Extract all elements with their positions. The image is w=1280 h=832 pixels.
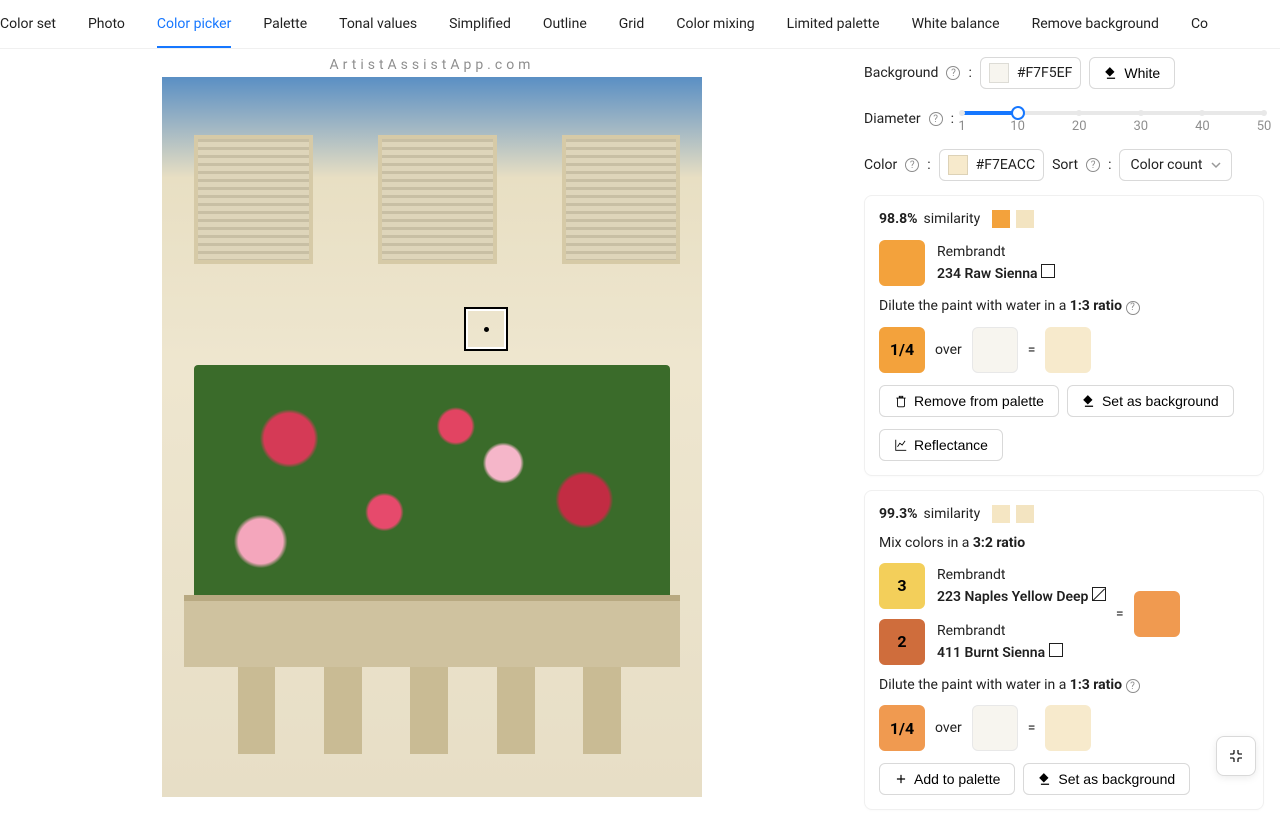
trash-icon	[894, 394, 908, 408]
paint-swatch	[879, 240, 925, 286]
remove-from-palette-button[interactable]: Remove from palette	[879, 385, 1059, 417]
over-text: over	[935, 720, 962, 736]
tab-color-picker[interactable]: Color picker	[157, 0, 231, 48]
similarity-swatch	[1016, 505, 1034, 523]
picker-crosshair[interactable]	[464, 307, 508, 351]
consistency-icon	[1049, 643, 1063, 657]
similarity-swatch	[992, 505, 1010, 523]
sort-label: Sort	[1052, 157, 1078, 173]
color-hex-value: #F7EACC	[976, 157, 1035, 173]
similarity-label: similarity	[924, 211, 981, 227]
paint-name: 234 Raw Sienna	[937, 264, 1055, 282]
over-text: over	[935, 342, 962, 358]
similarity-swatch	[992, 210, 1010, 228]
ratio-box: 1/4	[879, 327, 925, 373]
paint-card: 98.8% similarity Rembrandt 234 Raw Sienn…	[864, 195, 1264, 476]
over-swatch	[972, 705, 1018, 751]
plus-icon	[894, 772, 908, 786]
paint-card: 99.3% similarity Mix colors in a 3:2 rat…	[864, 490, 1264, 811]
over-swatch	[972, 327, 1018, 373]
slider-mark: 30	[1133, 119, 1148, 134]
paint-name: 223 Naples Yellow Deep	[937, 587, 1106, 605]
similarity-percent: 99.3%	[879, 506, 918, 522]
slider-mark: 1	[958, 119, 965, 134]
tab-palette[interactable]: Palette	[263, 0, 307, 48]
diameter-label: Diameter	[864, 111, 921, 127]
ratio-box: 1/4	[879, 705, 925, 751]
color-label: Color	[864, 157, 897, 173]
sort-select[interactable]: Color count	[1119, 149, 1231, 181]
controls-panel: Background ?: #F7F5EF White Diameter ?:	[864, 57, 1264, 824]
mix-part-number: 3	[879, 563, 925, 609]
tab-photo[interactable]: Photo	[88, 0, 125, 48]
reference-image[interactable]	[162, 77, 702, 797]
format-color-fill-icon	[1082, 394, 1096, 408]
slider-mark: 10	[1010, 119, 1025, 134]
consistency-icon	[1092, 587, 1106, 601]
slider-mark: 50	[1257, 119, 1272, 134]
result-swatch	[1045, 705, 1091, 751]
help-icon[interactable]: ?	[929, 112, 943, 126]
color-swatch	[948, 155, 968, 175]
tab-co[interactable]: Co	[1191, 0, 1208, 48]
color-hex-input[interactable]: #F7EACC	[939, 149, 1044, 181]
equals-text: =	[1028, 342, 1036, 358]
mix-part-number: 2	[879, 619, 925, 665]
paint-brand: Rembrandt	[937, 623, 1063, 639]
white-button[interactable]: White	[1089, 57, 1175, 89]
image-panel: ArtistAssistApp.com	[16, 57, 848, 824]
watermark: ArtistAssistApp.com	[330, 57, 535, 73]
add-to-palette-button[interactable]: Add to palette	[879, 763, 1015, 795]
equals-text: =	[1028, 720, 1036, 736]
set-as-background-button[interactable]: Set as background	[1023, 763, 1190, 795]
help-icon[interactable]: ?	[1126, 301, 1140, 315]
similarity-percent: 98.8%	[879, 211, 918, 227]
equals-text: =	[1116, 606, 1124, 622]
paint-brand: Rembrandt	[937, 567, 1106, 583]
paint-name: 411 Burnt Sienna	[937, 643, 1063, 661]
chart-line-icon	[894, 438, 908, 452]
tab-outline[interactable]: Outline	[543, 0, 587, 48]
similarity-swatch	[1016, 210, 1034, 228]
format-color-fill-icon	[1104, 66, 1118, 80]
mix-instruction: Mix colors in a 3:2 ratio	[879, 535, 1249, 551]
help-icon[interactable]: ?	[1086, 158, 1100, 172]
dilute-instruction: Dilute the paint with water in a 1:3 rat…	[879, 298, 1249, 315]
tab-grid[interactable]: Grid	[619, 0, 645, 48]
help-icon[interactable]: ?	[946, 66, 960, 80]
format-color-fill-icon	[1038, 772, 1052, 786]
tab-white-balance[interactable]: White balance	[912, 0, 1000, 48]
help-icon[interactable]: ?	[1126, 679, 1140, 693]
tab-remove-background[interactable]: Remove background	[1032, 0, 1159, 48]
tab-color-set[interactable]: Color set	[0, 0, 56, 48]
result-swatch	[1045, 327, 1091, 373]
tab-limited-palette[interactable]: Limited palette	[787, 0, 880, 48]
similarity-label: similarity	[924, 506, 981, 522]
tab-simplified[interactable]: Simplified	[449, 0, 511, 48]
background-hex-value: #F7F5EF	[1017, 65, 1073, 81]
help-icon[interactable]: ?	[905, 158, 919, 172]
tabs-bar: Color set Photo Color picker Palette Tonal v…	[0, 0, 1280, 49]
fullscreen-exit-button[interactable]	[1216, 736, 1256, 776]
background-hex-input[interactable]: #F7F5EF	[980, 57, 1082, 89]
background-swatch	[989, 63, 1009, 83]
square-icon	[1041, 264, 1055, 278]
dilute-instruction: Dilute the paint with water in a 1:3 rat…	[879, 677, 1249, 694]
set-as-background-button[interactable]: Set as background	[1067, 385, 1234, 417]
paint-brand: Rembrandt	[937, 244, 1055, 260]
mix-result-swatch	[1134, 591, 1180, 637]
background-label: Background	[864, 65, 938, 81]
tab-tonal-values[interactable]: Tonal values	[339, 0, 417, 48]
reflectance-button[interactable]: Reflectance	[879, 429, 1003, 461]
slider-mark: 40	[1195, 119, 1210, 134]
tab-color-mixing[interactable]: Color mixing	[676, 0, 754, 48]
slider-mark: 20	[1072, 119, 1087, 134]
chevron-down-icon	[1211, 160, 1221, 170]
minimize-icon	[1228, 748, 1244, 764]
diameter-slider[interactable]: 11020304050	[962, 103, 1264, 135]
